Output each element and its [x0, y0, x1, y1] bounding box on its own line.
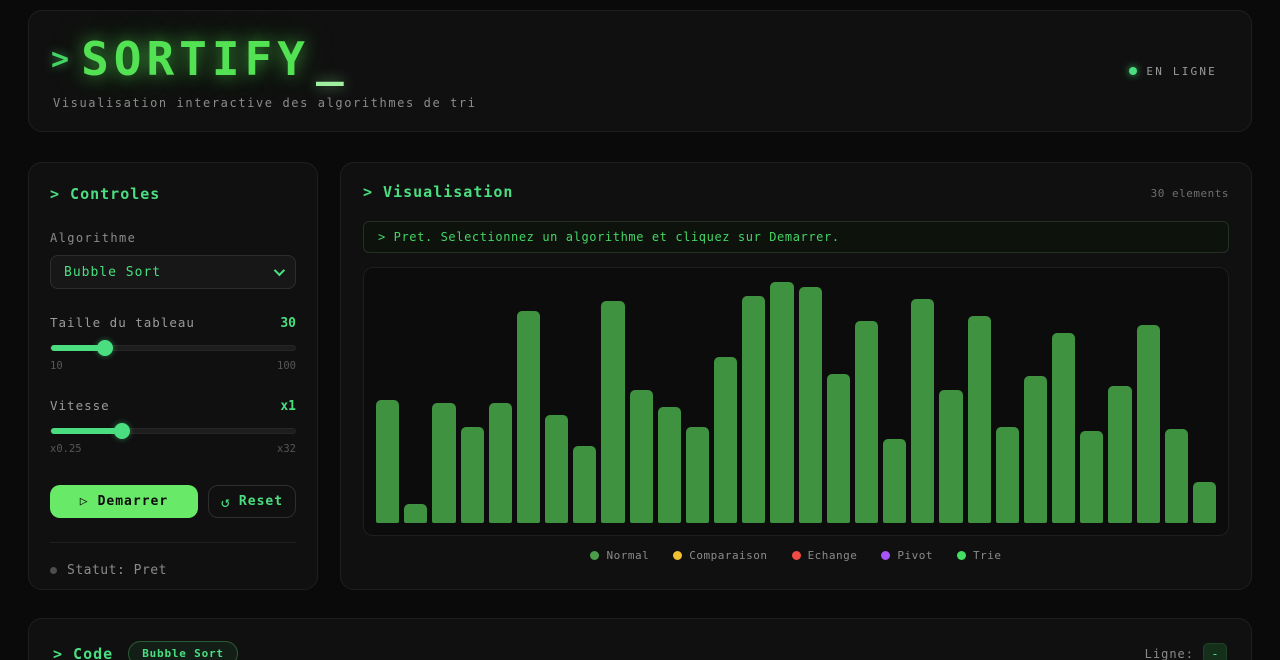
status-line: Statut: Pret — [50, 563, 296, 578]
reset-button-label: Reset — [239, 494, 283, 509]
array-bar — [489, 403, 512, 524]
line-label: Ligne: — [1145, 647, 1194, 660]
speed-min: x0.25 — [50, 443, 82, 455]
array-size-min: 10 — [50, 360, 63, 372]
array-bar — [1193, 482, 1216, 523]
controls-title: > Controles — [50, 185, 296, 203]
reset-button[interactable]: ↺ Reset — [208, 485, 296, 518]
divider — [50, 542, 296, 543]
legend-item-pivot: Pivot — [881, 549, 933, 562]
online-status-dot — [1129, 67, 1137, 75]
play-icon: ▷ — [80, 494, 89, 509]
algorithm-select[interactable]: Bubble Sort — [50, 255, 296, 289]
controls-panel: > Controles Algorithme Bubble Sort Taill… — [28, 162, 318, 590]
speed-slider-thumb[interactable] — [114, 423, 130, 439]
legend-label: Echange — [808, 549, 858, 562]
status-dot-icon — [50, 567, 57, 574]
reset-icon: ↺ — [221, 493, 231, 511]
speed-max: x32 — [277, 443, 296, 455]
array-bar — [1080, 431, 1103, 523]
element-count: 30 elements — [1151, 187, 1229, 200]
array-bar — [855, 321, 878, 523]
array-bar — [517, 311, 540, 523]
speed-group: Vitesse x1 x0.25 x32 — [50, 398, 296, 455]
array-bar — [432, 403, 455, 524]
legend-dot-icon — [957, 551, 966, 560]
array-bar — [376, 400, 399, 523]
legend-item-normal: Normal — [590, 549, 649, 562]
array-bar — [1108, 386, 1131, 523]
array-bar — [461, 427, 484, 523]
legend-dot-icon — [881, 551, 890, 560]
array-bar — [545, 415, 568, 523]
array-size-value: 30 — [280, 316, 296, 331]
array-bar — [770, 282, 793, 523]
visualization-panel: > Visualisation 30 elements > Pret. Sele… — [340, 162, 1252, 590]
array-size-max: 100 — [277, 360, 296, 372]
array-bar — [827, 374, 850, 523]
legend-item-trie: Trie — [957, 549, 1002, 562]
status-message-box: > Pret. Selectionnez un algorithme et cl… — [363, 221, 1229, 253]
legend-dot-icon — [590, 551, 599, 560]
code-panel: > Code Bubble Sort Ligne: - — [28, 618, 1252, 660]
array-bar — [1024, 376, 1047, 523]
logo-block: > SORTIFY _ Visualisation interactive de… — [51, 32, 477, 110]
main-content: > Controles Algorithme Bubble Sort Taill… — [28, 162, 1252, 590]
array-bar — [1052, 333, 1075, 523]
array-bar — [883, 439, 906, 523]
array-bar — [686, 427, 709, 523]
algorithm-badge: Bubble Sort — [128, 641, 238, 660]
speed-label: Vitesse — [50, 398, 110, 413]
visualization-title: > Visualisation — [363, 183, 513, 201]
line-indicator: Ligne: - — [1145, 643, 1227, 660]
array-bar — [996, 427, 1019, 523]
array-bar — [714, 357, 737, 523]
legend-label: Pivot — [897, 549, 933, 562]
array-bar — [939, 390, 962, 523]
array-bar — [968, 316, 991, 523]
app-header: > SORTIFY _ Visualisation interactive de… — [28, 10, 1252, 132]
array-bar — [1165, 429, 1188, 523]
chart-legend: Normal Comparaison Echange Pivot Trie — [363, 549, 1229, 562]
array-bar — [742, 296, 765, 523]
algorithm-label: Algorithme — [50, 231, 296, 245]
array-bar — [573, 446, 596, 523]
status-text: Statut: Pret — [67, 563, 167, 578]
online-status: EN LIGNE — [1129, 65, 1217, 78]
speed-slider-fill — [51, 428, 122, 434]
array-bar — [658, 407, 681, 523]
speed-slider[interactable] — [50, 428, 296, 434]
array-bar — [404, 504, 427, 523]
legend-label: Comparaison — [689, 549, 767, 562]
app-logo: SORTIFY — [81, 32, 310, 86]
array-bar — [799, 287, 822, 523]
array-bar — [630, 390, 653, 523]
array-bar — [911, 299, 934, 523]
online-status-label: EN LIGNE — [1146, 65, 1217, 78]
legend-dot-icon — [792, 551, 801, 560]
status-message: > Pret. Selectionnez un algorithme et cl… — [378, 230, 840, 244]
array-bar — [1137, 325, 1160, 523]
code-title: > Code — [53, 645, 113, 660]
start-button-label: Demarrer — [98, 494, 169, 509]
app-subtitle: Visualisation interactive des algorithme… — [53, 96, 477, 110]
array-size-group: Taille du tableau 30 10 100 — [50, 315, 296, 372]
chevron-down-icon — [274, 265, 285, 276]
bar-chart — [363, 267, 1229, 536]
speed-value: x1 — [280, 399, 296, 414]
logo-prompt-icon: > — [51, 42, 69, 77]
array-size-slider-thumb[interactable] — [97, 340, 113, 356]
algorithm-select-value: Bubble Sort — [64, 265, 161, 280]
legend-label: Trie — [973, 549, 1002, 562]
legend-label: Normal — [606, 549, 649, 562]
legend-item-echange: Echange — [792, 549, 858, 562]
array-bar — [601, 301, 624, 523]
legend-dot-icon — [673, 551, 682, 560]
legend-item-comparaison: Comparaison — [673, 549, 767, 562]
line-number-badge: - — [1203, 643, 1227, 660]
array-size-slider[interactable] — [50, 345, 296, 351]
logo-cursor: _ — [316, 32, 344, 86]
start-button[interactable]: ▷ Demarrer — [50, 485, 198, 518]
array-size-label: Taille du tableau — [50, 315, 195, 330]
